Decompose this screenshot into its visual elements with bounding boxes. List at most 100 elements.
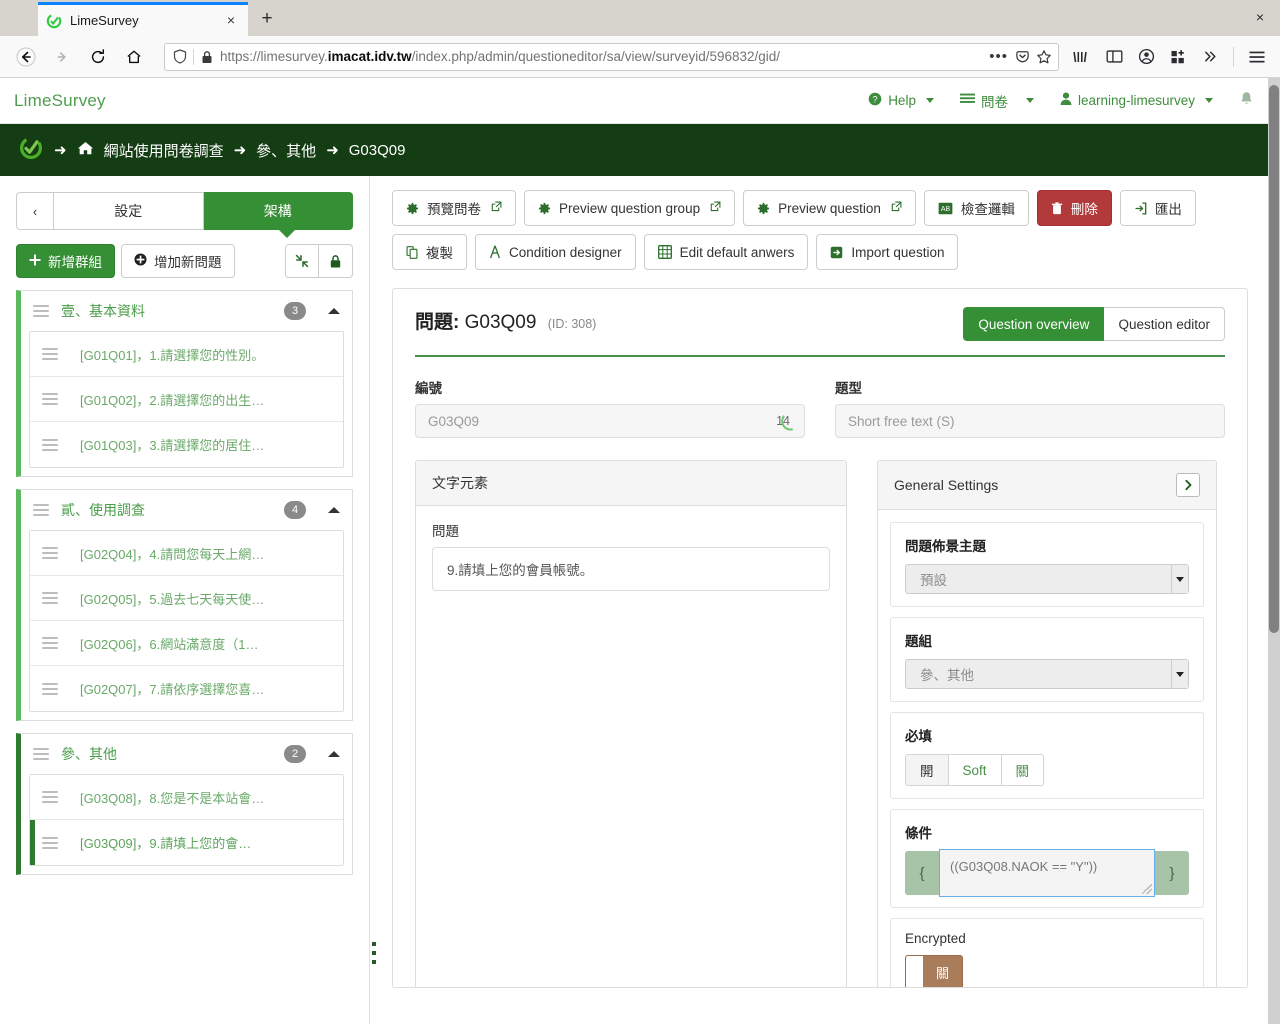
address-bar[interactable]: https://limesurvey.imacat.idv.tw/index.p… [164, 42, 1059, 71]
drag-handle-icon[interactable] [33, 745, 49, 763]
question-group-title[interactable]: 壹、基本資料 [61, 301, 272, 321]
question-type-input[interactable]: Short free text (S) [835, 404, 1225, 438]
mandatory-option-off[interactable]: 關 [1001, 754, 1045, 786]
list-item[interactable]: [G01Q02]，2.請選擇您的出生… [30, 377, 343, 422]
lock-icon[interactable] [319, 244, 353, 278]
scrollbar-thumb[interactable] [1269, 85, 1279, 633]
help-menu[interactable]: ? Help [868, 92, 934, 109]
chevron-right-icon[interactable] [1176, 473, 1200, 497]
delete-button[interactable]: 刪除 [1036, 190, 1112, 226]
breadcrumb-item-group[interactable]: 參、其他 [256, 140, 316, 161]
add-group-button[interactable]: 新增群組 [16, 244, 115, 278]
question-group-select[interactable]: 參、其他 [905, 659, 1189, 689]
drag-handle-icon[interactable] [42, 680, 58, 698]
question-group-header[interactable]: 參、其他 2 [21, 734, 352, 774]
tab-close-icon[interactable]: × [222, 12, 240, 30]
text-elements-column: 文字元素 問題 9.請填上您的會員帳號。 [415, 460, 847, 987]
drag-handle-icon[interactable] [42, 345, 58, 363]
preview-question-button[interactable]: Preview question [743, 190, 916, 226]
textarea-resize-handle[interactable] [1142, 884, 1152, 894]
app-menu-icon[interactable] [1242, 42, 1272, 72]
question-code-input[interactable]: G03Q09 14 [415, 404, 805, 438]
app-brand[interactable]: LimeSurvey [14, 91, 106, 111]
overflow-menu-icon[interactable] [1195, 42, 1225, 72]
question-group-header[interactable]: 壹、基本資料 3 [21, 291, 352, 331]
list-item[interactable]: [G02Q06]，6.網站滿意度（1… [30, 621, 343, 666]
drag-handle-icon[interactable] [42, 788, 58, 806]
drag-handle-icon[interactable] [42, 634, 58, 652]
list-item-selected[interactable]: [G03Q09]，9.請填上您的會… [30, 820, 343, 865]
breadcrumb-item-question[interactable]: G03Q09 [349, 142, 406, 159]
forward-button[interactable] [47, 42, 77, 72]
surveys-menu[interactable]: 問卷 [959, 91, 1034, 111]
chevron-up-icon[interactable] [328, 751, 340, 757]
encrypted-toggle[interactable]: 關 [905, 955, 963, 987]
question-group-title[interactable]: 參、其他 [61, 744, 272, 764]
list-item[interactable]: [G01Q01]，1.請選擇您的性別。 [30, 332, 343, 377]
list-item[interactable]: [G02Q05]，5.過去七天每天使… [30, 576, 343, 621]
reload-button[interactable] [83, 42, 113, 72]
padlock-icon[interactable] [201, 50, 213, 64]
tab-question-overview[interactable]: Question overview [963, 307, 1105, 341]
question-theme-select[interactable]: 預設 [905, 564, 1189, 594]
drag-handle-icon[interactable] [42, 589, 58, 607]
mandatory-option-soft[interactable]: Soft [948, 754, 1002, 786]
back-button[interactable] [11, 42, 41, 72]
list-item[interactable]: [G03Q08]，8.您是不是本站會… [30, 775, 343, 820]
edit-default-answers-button[interactable]: Edit default anwers [643, 234, 809, 270]
button-label: Preview question [778, 200, 881, 216]
drag-handle-icon[interactable] [42, 544, 58, 562]
add-question-button[interactable]: 增加新問題 [121, 244, 235, 278]
page-actions-icon[interactable]: ••• [989, 48, 1008, 65]
tab-settings[interactable]: 設定 [54, 192, 204, 230]
account-icon[interactable] [1131, 42, 1161, 72]
drag-handle-icon[interactable] [33, 302, 49, 320]
preview-question-group-button[interactable]: Preview question group [524, 190, 736, 226]
breadcrumb: ➜ 網站使用問卷調查 ➜ 參、其他 ➜ G03Q09 [0, 124, 1268, 176]
mandatory-option-on[interactable]: 開 [905, 754, 949, 786]
drag-handle-icon[interactable] [42, 390, 58, 408]
sidebar-icon[interactable] [1099, 42, 1129, 72]
breadcrumb-item-survey[interactable]: 網站使用問卷調查 [104, 140, 224, 161]
question-group-title[interactable]: 貳、使用調查 [61, 500, 272, 520]
tab-structure[interactable]: 架構 [203, 192, 353, 230]
url-text[interactable]: https://limesurvey.imacat.idv.tw/index.p… [220, 49, 982, 64]
limesurvey-logo-icon[interactable] [18, 135, 44, 165]
bookmark-star-icon[interactable] [1036, 49, 1052, 65]
home-button[interactable] [119, 42, 149, 72]
import-question-button[interactable]: Import question [816, 234, 959, 270]
pocket-icon[interactable] [1015, 49, 1030, 64]
drag-handle-icon[interactable] [42, 834, 58, 852]
copy-button[interactable]: 複製 [392, 234, 467, 270]
list-item[interactable]: [G02Q04]，4.請問您每天上網… [30, 531, 343, 576]
library-icon[interactable] [1067, 42, 1097, 72]
condition-input[interactable]: ((G03Q08.NAOK == "Y")) [939, 849, 1155, 897]
browser-tab-limesurvey[interactable]: LimeSurvey × [38, 2, 248, 36]
export-button[interactable]: 匯出 [1119, 190, 1196, 226]
question-group-header[interactable]: 貳、使用調查 4 [21, 490, 352, 530]
extensions-icon[interactable] [1163, 42, 1193, 72]
preview-survey-button[interactable]: 預覽問卷 [392, 190, 516, 226]
home-icon[interactable] [77, 140, 94, 160]
new-tab-button[interactable]: + [252, 4, 282, 34]
bell-icon[interactable] [1239, 91, 1254, 111]
sidebar-resize-handle[interactable] [372, 942, 377, 964]
window-close-button[interactable]: × [1248, 7, 1272, 29]
list-item[interactable]: [G01Q03]，3.請選擇您的居住… [30, 422, 343, 467]
condition-designer-button[interactable]: Condition designer [475, 234, 636, 270]
tracking-protection-icon[interactable] [173, 49, 187, 64]
drag-handle-icon[interactable] [42, 436, 58, 454]
counter-arc-icon [781, 415, 793, 431]
add-group-label: 新增群組 [48, 255, 102, 270]
chevron-up-icon[interactable] [328, 507, 340, 513]
drag-handle-icon[interactable] [33, 501, 49, 519]
tab-question-editor[interactable]: Question editor [1104, 307, 1225, 341]
page-scrollbar[interactable] [1268, 78, 1280, 1024]
list-item[interactable]: [G02Q07]，7.請依序選擇您喜… [30, 666, 343, 711]
user-menu[interactable]: learning-limesurvey [1060, 92, 1213, 109]
chevron-up-icon[interactable] [328, 308, 340, 314]
question-text-value[interactable]: 9.請填上您的會員帳號。 [432, 547, 830, 591]
sidebar-collapse-button[interactable]: ‹ [16, 192, 54, 230]
collapse-arrows-icon[interactable] [285, 244, 319, 278]
check-logic-button[interactable]: AB 檢查邏輯 [923, 190, 1029, 226]
